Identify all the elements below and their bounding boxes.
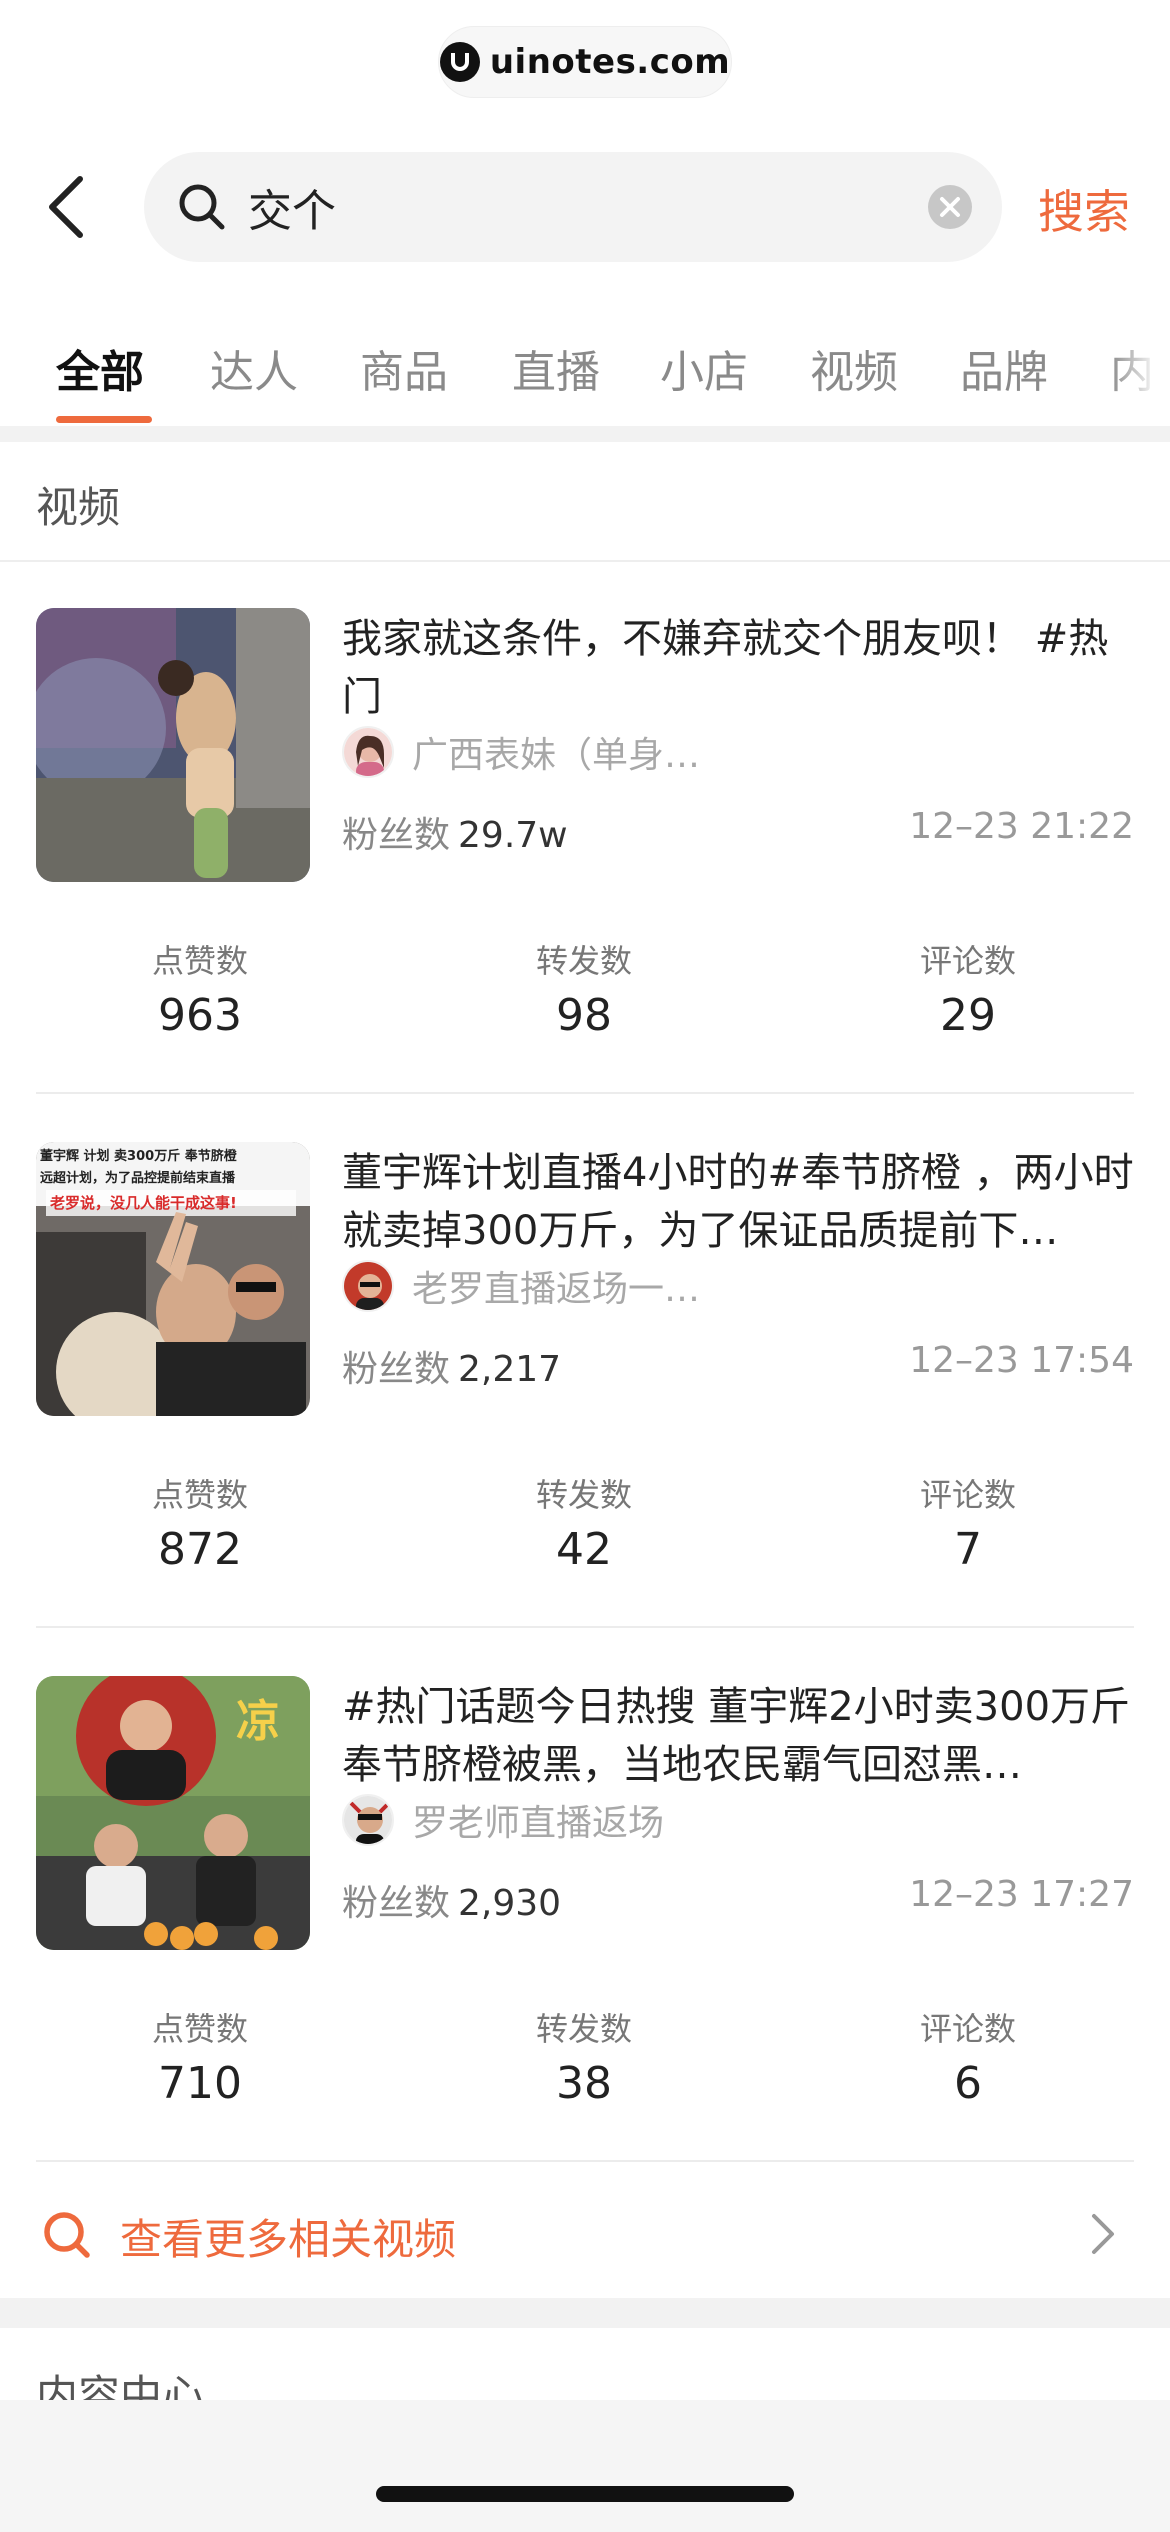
comments-stat: 评论数 29 [818,936,1118,1041]
fans-label: 粉丝数 [342,815,451,856]
likes-stat: 点赞数 872 [50,1470,350,1575]
comments-stat: 评论数 6 [818,2004,1118,2109]
publish-time: 12–23 17:27 [909,1874,1134,1915]
comments-label: 评论数 [919,1476,1016,1514]
video-title[interactable]: 董宇辉计划直播4小时的#奉节脐橙 ，两小时就卖掉300万斤，为了保证品质提前下… [342,1144,1136,1260]
author-name: 广西表妹（单身… [412,735,701,776]
watermark-text: uinotes.com [489,42,731,82]
fans-count: 粉丝数 29.7w [342,806,568,858]
section-divider [0,426,1170,442]
shares-stat: 转发数 38 [434,2004,734,2109]
clear-search-icon[interactable] [928,185,972,229]
chevron-left-icon [49,176,83,238]
likes-label: 点赞数 [151,942,248,980]
search-field[interactable]: 交个 [144,152,1002,262]
home-indicator[interactable] [376,2486,794,2502]
divider [0,560,1170,562]
tab-shops[interactable]: 小店 [660,336,748,400]
shares-label: 转发数 [535,1476,632,1514]
shares-value: 38 [556,2058,612,2109]
comments-value: 6 [954,2058,982,2109]
search-icon [44,2212,90,2258]
publish-time: 12–23 21:22 [909,806,1134,847]
section-divider [0,2298,1170,2328]
more-videos-link[interactable]: 查看更多相关视频 [0,2178,1170,2288]
uinotes-logo-icon [439,42,480,82]
tab-products[interactable]: 商品 [360,336,448,400]
back-button[interactable] [36,172,96,242]
video-thumbnail[interactable]: 董宇辉 计划 卖300万斤 奉节脐橙 远超计划，为了品控提前结束直播 老罗说，没… [36,1142,310,1416]
author-avatar [342,726,394,778]
likes-label: 点赞数 [151,1476,248,1514]
video-stats: 点赞数 872 转发数 42 评论数 7 [0,1470,1170,1610]
video-stats: 点赞数 710 转发数 38 评论数 6 [0,2004,1170,2144]
close-icon [940,197,960,217]
video-stats: 点赞数 963 转发数 98 评论数 29 [0,936,1170,1076]
video-title[interactable]: 我家就这条件，不嫌弃就交个朋友呗！ #热门 [342,610,1136,726]
card-divider [36,2160,1134,2162]
video-author[interactable]: 老罗直播返场一… [342,1258,700,1314]
publish-time: 12–23 17:54 [909,1340,1134,1381]
thumb-caption-line1: 董宇辉 计划 卖300万斤 奉节脐橙 [40,1148,238,1164]
likes-stat: 点赞数 710 [50,2004,350,2109]
active-tab-indicator [56,416,152,423]
tab-videos[interactable]: 视频 [810,336,898,400]
comments-stat: 评论数 7 [818,1470,1118,1575]
comments-value: 29 [940,990,996,1041]
thumb-caption-line3: 老罗说，没几人能干成这事! [49,1194,237,1212]
tab-all[interactable]: 全部 [56,336,144,400]
fans-label: 粉丝数 [342,1349,451,1390]
likes-stat: 点赞数 963 [50,936,350,1041]
video-thumbnail[interactable]: 凉 [36,1676,310,1950]
search-icon [179,184,225,230]
video-author[interactable]: 罗老师直播返场 [342,1792,664,1848]
fans-count: 粉丝数 2,217 [342,1340,561,1392]
shares-label: 转发数 [535,942,632,980]
comments-label: 评论数 [919,2010,1016,2048]
search-input[interactable]: 交个 [248,175,928,239]
card-divider [36,1092,1134,1094]
likes-value: 872 [158,1524,242,1575]
author-avatar [342,1794,394,1846]
video-author[interactable]: 广西表妹（单身… [342,724,700,780]
video-card[interactable]: 董宇辉 计划 卖300万斤 奉节脐橙 远超计划，为了品控提前结束直播 老罗说，没… [0,1112,1170,1646]
search-button[interactable]: 搜索 [1038,176,1130,242]
fans-value: 2,217 [458,1349,562,1390]
likes-label: 点赞数 [151,2010,248,2048]
section-title: 视频 [36,483,121,532]
video-card[interactable]: 凉 #热门话题今日热搜 董宇辉2小时卖300万斤奉节脐橙被黑，当地农民霸气回怼黑… [0,1646,1170,2180]
author-avatar [342,1260,394,1312]
shares-value: 42 [556,1524,612,1575]
likes-value: 963 [158,990,242,1041]
watermark-pill: uinotes.com [438,26,732,98]
tab-brands[interactable]: 品牌 [960,336,1048,400]
card-divider [36,1626,1134,1628]
fans-label: 粉丝数 [342,1883,451,1924]
fans-count: 粉丝数 2,930 [342,1874,561,1926]
thumb-caption-line2: 远超计划，为了品控提前结束直播 [40,1170,236,1186]
category-tabs: 全部 达人 商品 直播 小店 视频 品牌 内 [0,330,1170,426]
likes-value: 710 [158,2058,242,2109]
thumb-tag: 凉 [236,1696,280,1747]
fans-value: 29.7w [458,815,568,856]
comments-value: 7 [954,1524,982,1575]
tab-creators[interactable]: 达人 [210,336,298,400]
tabs-fade [1110,330,1170,426]
author-name: 罗老师直播返场 [412,1803,665,1844]
shares-stat: 转发数 42 [434,1470,734,1575]
author-name: 老罗直播返场一… [412,1269,701,1310]
tab-live[interactable]: 直播 [512,336,600,400]
comments-label: 评论数 [919,942,1016,980]
video-card[interactable]: 我家就这条件，不嫌弃就交个朋友呗！ #热门 广西表妹（单身… 粉丝数 29.7w … [0,578,1170,1112]
bottom-safe-area [0,2400,1170,2532]
video-title[interactable]: #热门话题今日热搜 董宇辉2小时卖300万斤奉节脐橙被黑，当地农民霸气回怼黑… [342,1678,1136,1794]
shares-label: 转发数 [535,2010,632,2048]
search-results-page: uinotes.com 交个 搜索 全部 达人 商品 直播 小店 视频 品牌 内 [0,0,1170,2532]
chevron-right-icon [1092,2214,1114,2254]
fans-value: 2,930 [458,1883,562,1924]
video-thumbnail[interactable] [36,608,310,882]
more-videos-label[interactable]: 查看更多相关视频 [120,2206,456,2267]
shares-value: 98 [556,990,612,1041]
shares-stat: 转发数 98 [434,936,734,1041]
